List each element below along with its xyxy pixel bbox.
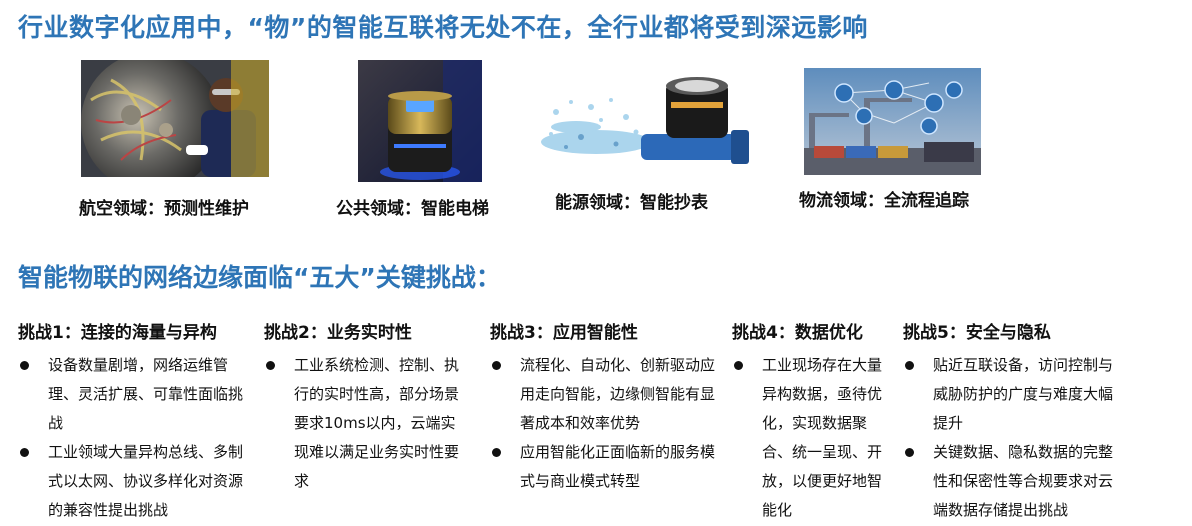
list-item: 工业领域大量异构总线、多制式以太网、协议多样化对资源的兼容性提出挑战 (18, 438, 248, 525)
bullet-text: 关键数据、隐私数据的完整性和保密性等合规要求对云端数据存储提出挑战 (933, 443, 1114, 519)
aviation-maintenance-photo (81, 60, 269, 177)
challenge-title: 挑战5：安全与隐私 (903, 323, 1051, 343)
list-item: 关键数据、隐私数据的完整性和保密性等合规要求对云端数据存储提出挑战 (903, 438, 1125, 525)
bullet-dot-icon (492, 448, 501, 457)
water-meter-photo (536, 72, 758, 176)
bullet-text: 应用智能化正面临新的服务模式与商业模式转型 (520, 443, 716, 490)
challenge-1: 挑战1：连接的海量与异构 设备数量剧增，网络运维管理、灵活扩展、可靠性面临挑战 … (18, 318, 248, 525)
bullet-text: 工业系统检测、控制、执行的实时性高，部分场景要求10ms以内，云端实现难以满足业… (294, 356, 460, 490)
challenge-5: 挑战5：安全与隐私 贴近互联设备，访问控制与威胁防护的广度与难度大幅提升 关键数… (903, 318, 1125, 525)
challenge-title: 挑战4：数据优化 (732, 323, 863, 343)
challenge-2: 挑战2：业务实时性 工业系统检测、控制、执行的实时性高，部分场景要求10ms以内… (264, 318, 464, 496)
bullet-text: 工业现场存在大量异构数据，亟待优化，实现数据聚合、统一呈现、开放，以便更好地智能… (762, 356, 883, 519)
bullet-dot-icon (492, 361, 501, 370)
caption-aviation: 航空领域：预测性维护 (79, 199, 249, 219)
challenge-4: 挑战4：数据优化 工业现场存在大量异构数据，亟待优化，实现数据聚合、统一呈现、开… (732, 318, 882, 525)
caption-energy: 能源领域：智能抄表 (555, 193, 708, 213)
bullet-dot-icon (734, 361, 743, 370)
bullet-dot-icon (20, 361, 29, 370)
list-item: 贴近互联设备，访问控制与威胁防护的广度与难度大幅提升 (903, 351, 1125, 438)
bullet-dot-icon (905, 361, 914, 370)
bullet-text: 设备数量剧增，网络运维管理、灵活扩展、可靠性面临挑战 (48, 356, 244, 432)
challenge-title: 挑战2：业务实时性 (264, 323, 412, 343)
caption-logistics: 物流领域：全流程追踪 (799, 191, 969, 211)
list-item: 工业现场存在大量异构数据，亟待优化，实现数据聚合、统一呈现、开放，以便更好地智能… (732, 351, 882, 525)
bullet-dot-icon (20, 448, 29, 457)
list-item: 流程化、自动化、创新驱动应用走向智能，边缘侧智能有显著成本和效率优势 (490, 351, 718, 438)
list-item: 工业系统检测、控制、执行的实时性高，部分场景要求10ms以内，云端实现难以满足业… (264, 351, 464, 496)
list-item: 应用智能化正面临新的服务模式与商业模式转型 (490, 438, 718, 496)
bullet-dot-icon (266, 361, 275, 370)
logistics-tracking-photo (804, 68, 981, 175)
list-item: 设备数量剧增，网络运维管理、灵活扩展、可靠性面临挑战 (18, 351, 248, 438)
bullet-text: 贴近互联设备，访问控制与威胁防护的广度与难度大幅提升 (933, 356, 1114, 432)
bullet-dot-icon (905, 448, 914, 457)
challenge-title: 挑战1：连接的海量与异构 (18, 323, 217, 343)
caption-public: 公共领域：智能电梯 (336, 199, 489, 219)
page-headline: 行业数字化应用中，“物”的智能互联将无处不在，全行业都将受到深远影响 (18, 13, 868, 42)
challenge-3: 挑战3：应用智能性 流程化、自动化、创新驱动应用走向智能，边缘侧智能有显著成本和… (490, 318, 718, 496)
challenge-title: 挑战3：应用智能性 (490, 323, 638, 343)
bullet-text: 工业领域大量异构总线、多制式以太网、协议多样化对资源的兼容性提出挑战 (48, 443, 244, 519)
smart-elevator-photo (358, 60, 482, 182)
bullet-text: 流程化、自动化、创新驱动应用走向智能，边缘侧智能有显著成本和效率优势 (520, 356, 716, 432)
section-title: 智能物联的网络边缘面临“五大”关键挑战： (18, 263, 501, 292)
